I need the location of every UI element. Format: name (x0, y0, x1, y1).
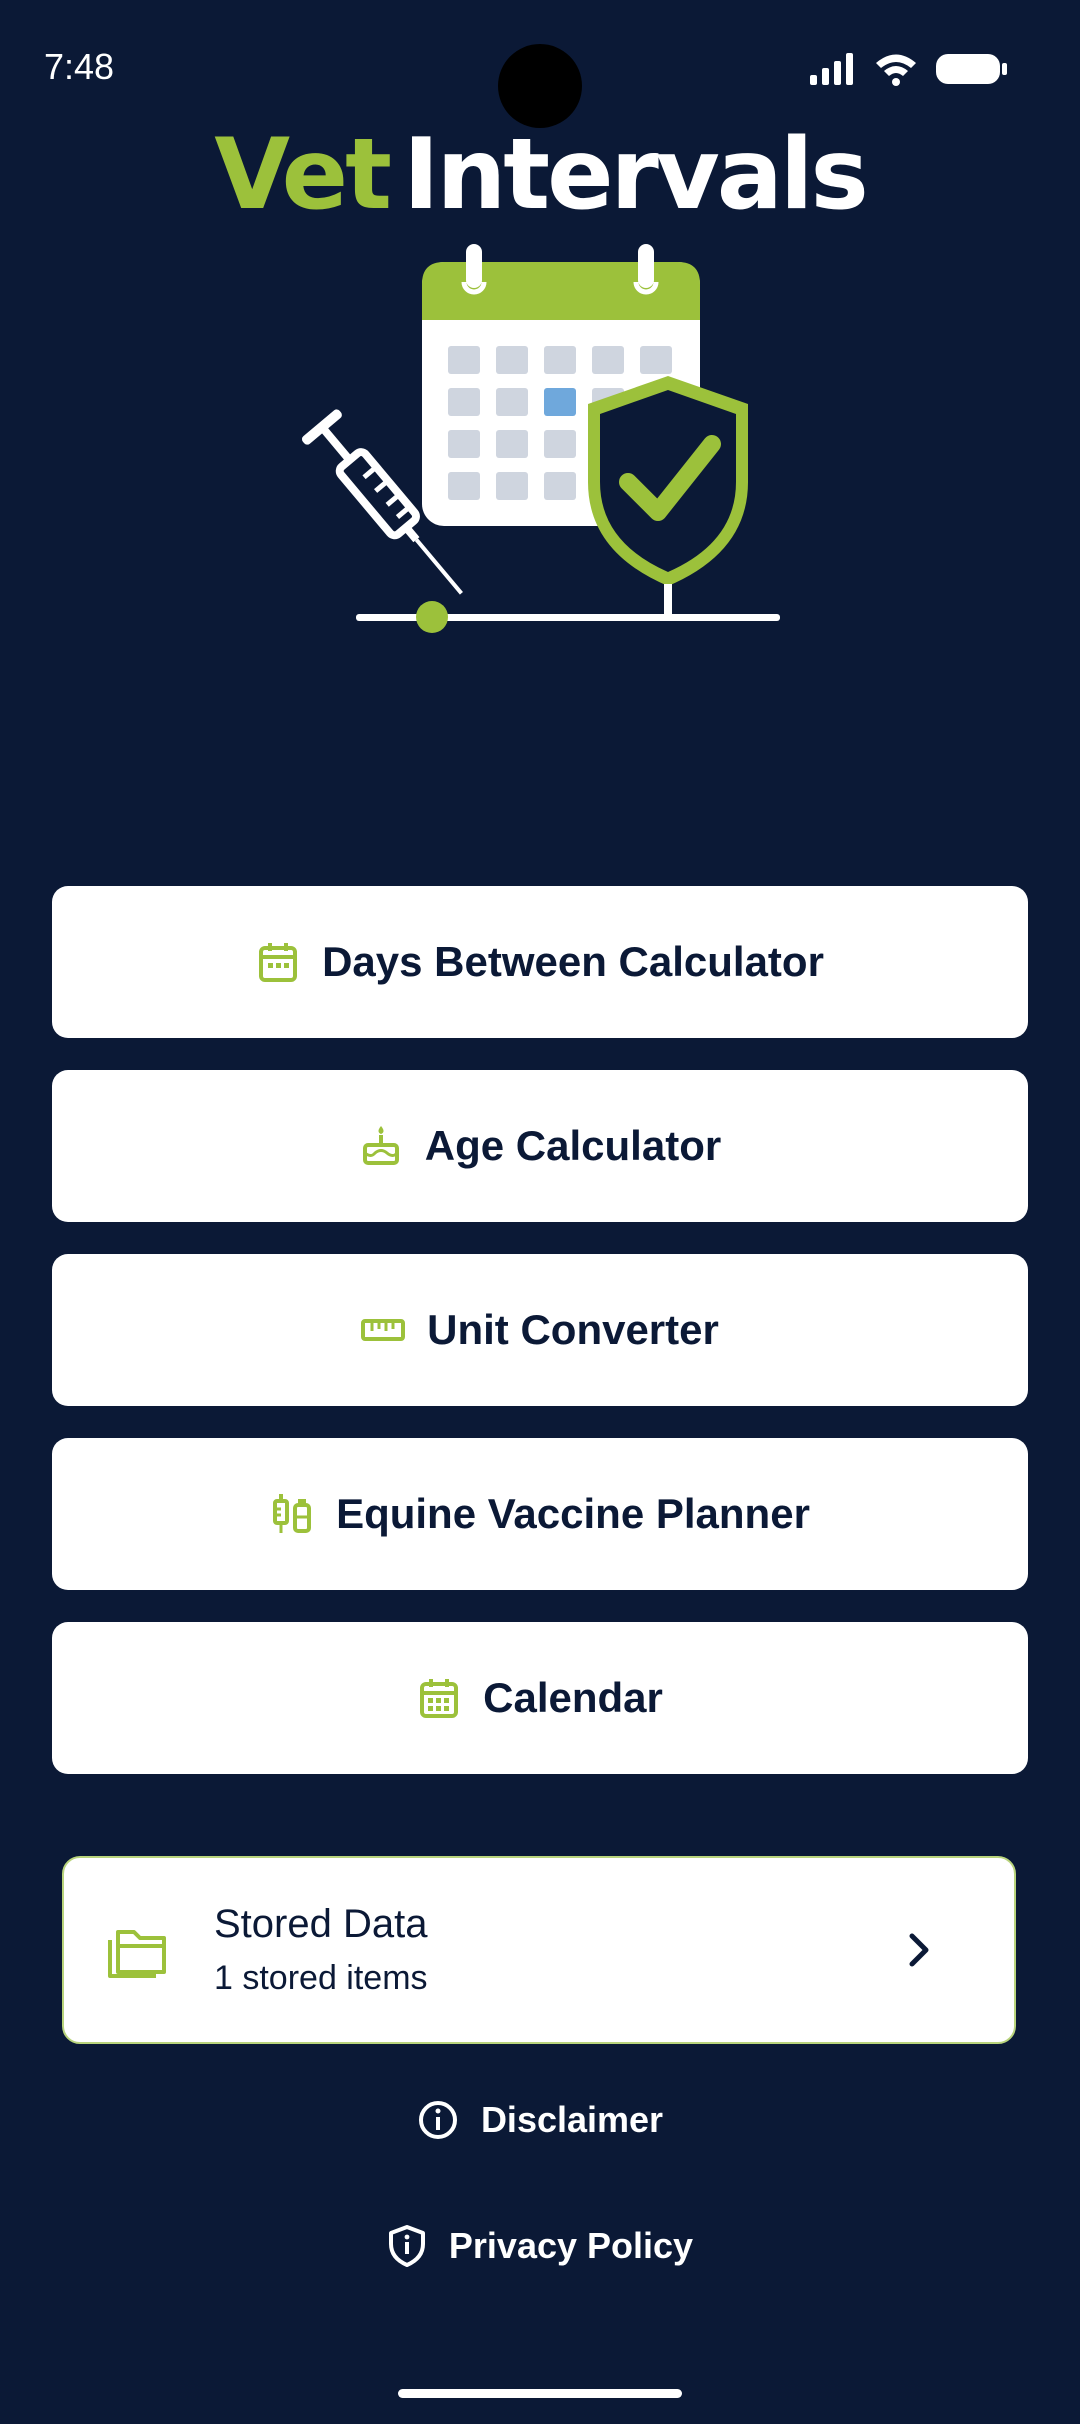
menu-label: Unit Converter (427, 1306, 719, 1353)
stored-data-title: Stored Data (214, 1902, 428, 1946)
calendar-icon (256, 940, 300, 984)
menu-label: Age Calculator (424, 1122, 722, 1169)
battery-icon (936, 54, 1007, 84)
chevron-right-icon (909, 1933, 929, 1967)
status-time: 7:48 (44, 46, 115, 87)
menu-label: Equine Vaccine Planner (336, 1490, 810, 1537)
menu-label: Days Between Calculator (322, 938, 824, 985)
calendar-button[interactable]: Calendar (52, 1622, 1028, 1774)
logo-intervals-text: Intervals (403, 118, 869, 232)
stored-data-card[interactable]: Stored Data 1 stored items (62, 1856, 1016, 2044)
age-calculator-button[interactable]: Age Calculator (52, 1070, 1028, 1222)
unit-converter-button[interactable]: Unit Converter (52, 1254, 1028, 1406)
privacy-policy-link[interactable]: Privacy Policy (0, 2218, 1080, 2274)
cake-icon (359, 1124, 403, 1168)
front-camera (498, 44, 582, 128)
status-icons (810, 52, 1008, 86)
menu-label: Calendar (483, 1674, 663, 1721)
stored-data-text: Stored Data 1 stored items (214, 1898, 904, 2002)
home-indicator[interactable] (398, 2389, 682, 2398)
main-menu: Days Between Calculator Age Calculator U… (52, 886, 1028, 1806)
ruler-icon (361, 1308, 406, 1352)
hero-illustration (301, 244, 780, 633)
vaccine-icon (270, 1492, 314, 1536)
logo-vet-text: Vet (214, 118, 392, 232)
equine-vaccine-planner-button[interactable]: Equine Vaccine Planner (52, 1438, 1028, 1590)
shield-icon (388, 2225, 425, 2267)
signal-icon (810, 53, 853, 85)
shield-check-illustration-icon (588, 376, 748, 620)
disclaimer-link[interactable]: Disclaimer (0, 2092, 1080, 2148)
app-logo: Vet Intervals (0, 120, 1080, 230)
days-between-calculator-button[interactable]: Days Between Calculator (52, 886, 1028, 1038)
stored-data-count: 1 stored items (214, 1959, 428, 1997)
privacy-policy-label: Privacy Policy (448, 2225, 694, 2266)
calendar-month-icon (417, 1676, 461, 1720)
info-icon (418, 2101, 457, 2139)
wifi-icon (876, 54, 916, 86)
folder-icon (108, 1930, 166, 1978)
disclaimer-label: Disclaimer (480, 2099, 664, 2140)
